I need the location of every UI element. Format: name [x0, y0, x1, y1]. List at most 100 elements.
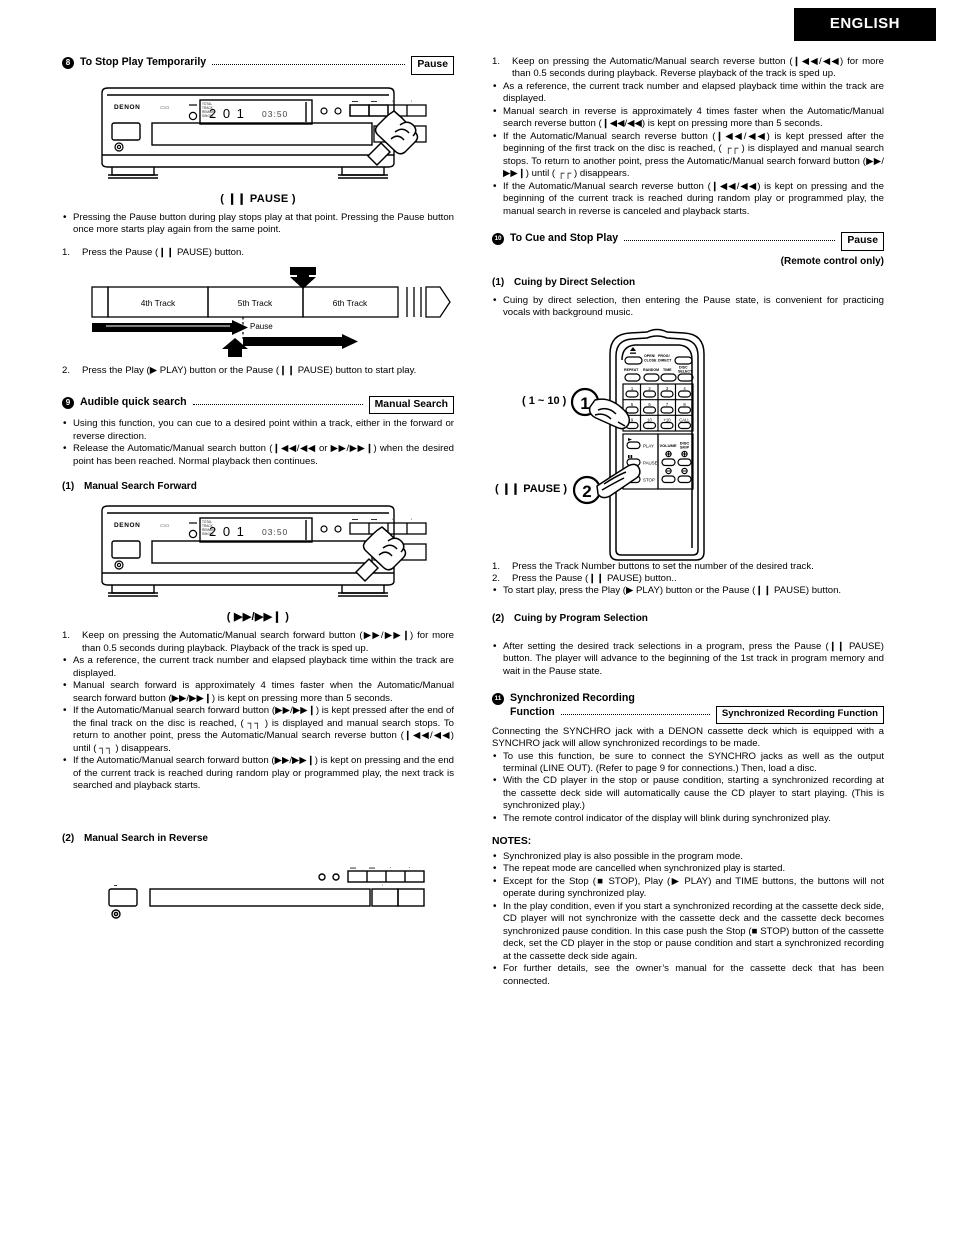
cd-player-svg: DENON ▭▭ 2 0 1 03:50 TOTALTRACK REMAINSI… [101, 86, 427, 179]
prog-direct-button [674, 355, 693, 365]
notes-heading: NOTES: [492, 836, 532, 848]
list-item: To use this function, be sure to connect… [492, 750, 884, 776]
volume-label: VOLUME [659, 443, 676, 448]
step-text: Keep on pressing the Automatic/Manual se… [82, 630, 454, 654]
svg-text:▬▬: ▬▬ [350, 867, 356, 870]
subsection-manual-search-forward: (1) Manual Search Forward [62, 480, 454, 493]
open-close-label-1: OPEN/ [644, 354, 655, 358]
open-close-button [624, 355, 643, 365]
svg-text:▪: ▪ [411, 99, 412, 103]
cd-player-illustration-pause: DENON ▭▭ 2 0 1 03:50 TOTAL TRACK REMAIN SI… [62, 85, 454, 206]
subsection-index: (2) [62, 833, 75, 845]
random-button [643, 372, 660, 382]
svg-text:5: 5 [631, 402, 634, 407]
disc-select-button [677, 372, 694, 382]
svg-text:▬▬: ▬▬ [369, 867, 375, 870]
key-1 [625, 389, 639, 398]
track-label-1: 4th Track [141, 298, 176, 308]
section-10-sub1-bullets: Cuing by direct selection, then entering… [492, 294, 884, 320]
pointing-hand-icon [367, 109, 419, 166]
section-number-badge: 11 [492, 693, 504, 706]
list-item: With the CD player in the stop or pause … [492, 774, 884, 812]
list-item: Synchronized play is also possible in th… [492, 850, 884, 864]
pointing-hand-icon [596, 463, 641, 498]
remote-keypad [622, 382, 694, 432]
play-icon [628, 437, 632, 441]
prog-direct-label-2: DIRECT [658, 358, 672, 362]
display-track: 2 0 1 [209, 524, 245, 539]
subsection-title: Cuing by Program Selection [514, 612, 648, 624]
step-number: 1. [62, 246, 71, 258]
manual-page: ENGLISH 8 To Stop Play Temporarily Pause [0, 0, 954, 1237]
disc-select-label-2: SELECT [678, 369, 693, 373]
time-button [660, 372, 677, 382]
leader-dots [560, 706, 710, 716]
svg-text:▪: ▪ [392, 517, 393, 521]
cd-player-partial-svg: ▬▬ ▬▬ ▪ ▪ ▪ ▬ [108, 867, 425, 920]
random-label: RANDOM [643, 368, 659, 372]
section-10-sub1-bullets2: To start play, press the Play (▶ PLAY) b… [492, 584, 884, 598]
pause-icon [628, 454, 630, 458]
section-9-step-1: 1. Keep on pressing the Automatic/Manual… [62, 630, 454, 655]
key-plus10 [660, 421, 674, 429]
svg-text:▪: ▪ [411, 517, 412, 521]
brand-label: DENON [114, 104, 140, 111]
key-7 [660, 405, 674, 414]
pause-label: Pause [250, 322, 273, 331]
reverse-search-bullets: As a reference, the current track number… [492, 80, 884, 218]
section-keyword-box: Pause [411, 56, 454, 75]
disc-skip-up-button [677, 457, 692, 466]
list-item: 2. Press the Play (▶ PLAY) button or the… [62, 365, 454, 377]
list-item: Using this function, you can cue to a de… [62, 417, 454, 443]
section-keyword-box: Pause [841, 232, 884, 251]
svg-text:▪: ▪ [409, 867, 410, 870]
track-diagram-svg: 4th Track 5th Track 6th Track Pause [91, 267, 451, 358]
svg-text:8: 8 [683, 402, 686, 407]
cd-player-svg: DENON ▭▭ 2 0 1 03:50 TOTALTRACK REMAINSI… [101, 505, 427, 597]
stop-label: STOP [643, 477, 655, 482]
remote-control-svg: OPEN/ CLOSE PROG/ DIRECT REPEAT RANDOM T… [570, 328, 705, 561]
section-title: To Cue and Stop Play [510, 232, 619, 245]
brand-label: DENON [114, 522, 140, 529]
section-number-badge: 9 [62, 396, 74, 409]
svg-text:▬▬: ▬▬ [371, 517, 377, 521]
section-keyword-box: Synchronized Recording Function [715, 706, 884, 724]
list-item: 1. Press the Pause (❙❙ PAUSE) button. [62, 247, 454, 259]
subsection-title: Manual Search in Reverse [84, 833, 208, 845]
section-8-step-2: 2. Press the Play (▶ PLAY) button or the… [62, 365, 454, 377]
cd-player-illustration-search-forward: DENON ▭▭ 2 0 1 03:50 TOTAL TRACK REMAIN SI… [62, 503, 454, 624]
callout-1-label: ( 1 ~ 10 ) [522, 394, 567, 407]
section-number-badge: 10 [492, 233, 504, 246]
callout-1-number: 1 [580, 394, 589, 413]
repeat-label: REPEAT [624, 368, 639, 372]
volume-down-button [661, 474, 676, 483]
step-number: 1. [492, 560, 501, 572]
section-8-step-1: 1. Press the Pause (❙❙ PAUSE) button. [62, 247, 454, 259]
list-item: 1. Keep on pressing the Automatic/Manual… [62, 630, 454, 655]
key-2 [642, 389, 657, 398]
model-label: ▭▭ [160, 105, 170, 111]
svg-text:▪: ▪ [382, 883, 383, 887]
section-9-sub1-bullets: As a reference, the current track number… [62, 654, 454, 792]
svg-text:6: 6 [648, 402, 651, 407]
model-label: ▭▭ [160, 523, 170, 529]
leader-dots [624, 232, 836, 242]
reverse-search-step-1: 1. Keep on pressing the Automatic/Manual… [492, 56, 884, 81]
illustration-caption: ( ❙❙ PAUSE ) [220, 192, 296, 205]
left-column: 8 To Stop Play Temporarily Pause DENON ▭… [62, 56, 454, 928]
open-close-label-2: CLOSE [644, 358, 657, 362]
subsection-title: Manual Search Forward [84, 481, 197, 493]
list-item: Cuing by direct selection, then entering… [492, 294, 884, 320]
step-text: Press the Play (▶ PLAY) button or the Pa… [82, 365, 417, 377]
key-call [677, 421, 692, 429]
time-label: TIME [663, 368, 672, 372]
display-time: 03:50 [262, 109, 288, 119]
step-text: Press the Pause (❙❙ PAUSE) button. [82, 246, 245, 258]
leader-dots [192, 396, 363, 405]
svg-text:▬▬: ▬▬ [352, 99, 358, 103]
section-keyword-box: Manual Search [368, 395, 454, 415]
svg-text:SINGLE: SINGLE [202, 114, 214, 118]
section-number-badge: 8 [62, 57, 74, 69]
svg-text:4: 4 [683, 386, 686, 391]
list-item: Manual search forward is approximately 4… [62, 679, 454, 705]
